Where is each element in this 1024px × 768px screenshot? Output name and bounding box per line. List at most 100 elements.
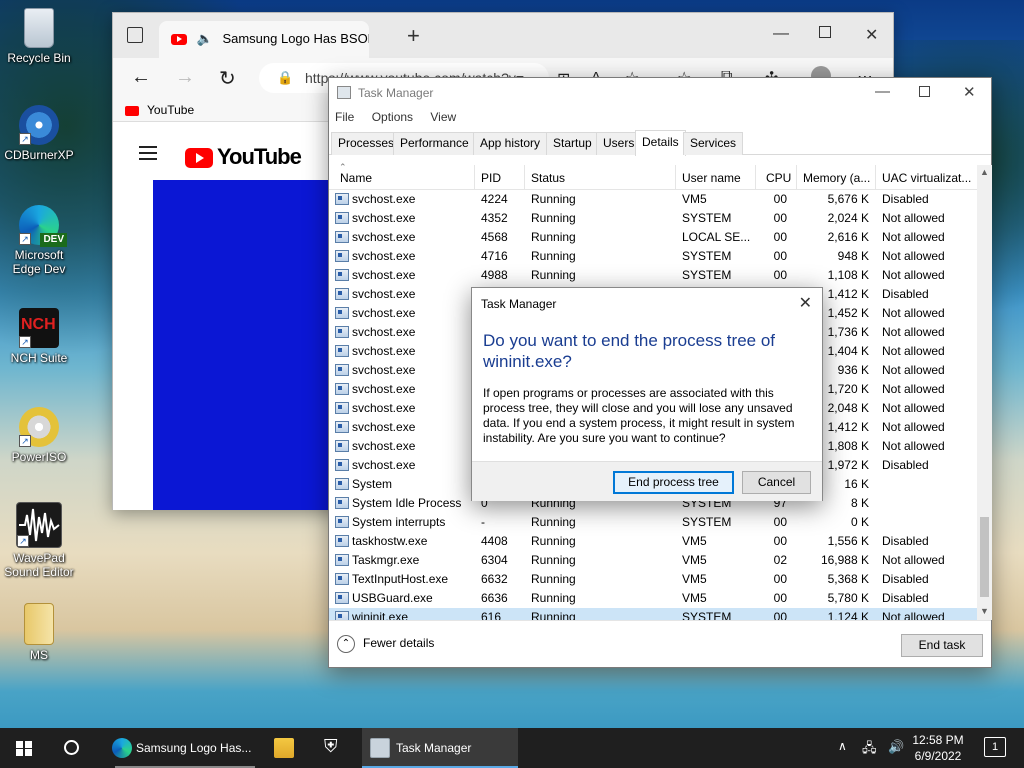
process-icon xyxy=(335,535,349,547)
menu-options[interactable]: Options xyxy=(372,110,413,124)
cell-uac-virtualization: Disabled xyxy=(882,572,929,586)
column-memory[interactable]: Memory (a... xyxy=(803,171,873,185)
cell-name: svchost.exe xyxy=(352,458,416,472)
notification-center-icon[interactable]: 1 xyxy=(984,737,1006,757)
new-tab-icon[interactable]: + xyxy=(407,23,420,49)
nch-badge: NCH xyxy=(21,316,56,333)
taskbar-app-edge[interactable]: Samsung Logo Has... xyxy=(106,728,264,768)
cell-pid: 616 xyxy=(481,610,502,620)
clock[interactable]: 12:58 PM 6/9/2022 xyxy=(912,732,964,764)
close-icon[interactable]: ✕ xyxy=(799,293,812,313)
favorite-youtube[interactable]: YouTube xyxy=(125,103,194,117)
table-row[interactable]: wininit.exe 616 Running SYSTEM 00 1,124 K Not … xyxy=(329,608,977,620)
taskbar-app-security[interactable]: ⛨ xyxy=(314,728,354,768)
tab-startup[interactable]: Startup xyxy=(546,132,599,155)
desktop-icon-ms-folder[interactable]: MS xyxy=(1,603,77,662)
fewer-details-link[interactable]: ⌃ Fewer details xyxy=(337,635,434,653)
table-row[interactable]: TextInputHost.exe 6632 Running VM5 00 5,368 K… xyxy=(329,570,977,589)
table-row[interactable]: svchost.exe 4352 Running SYSTEM 00 2,024 K Not… xyxy=(329,209,977,228)
table-row[interactable]: svchost.exe 4988 Running SYSTEM 00 1,108 K Not… xyxy=(329,266,977,285)
process-icon xyxy=(335,611,349,620)
hamburger-menu-icon[interactable] xyxy=(139,146,157,160)
maximize-icon[interactable] xyxy=(919,86,930,97)
maximize-icon[interactable] xyxy=(819,26,831,38)
tab-services[interactable]: Services xyxy=(683,132,744,155)
taskbar-app-file-explorer[interactable] xyxy=(264,728,304,768)
table-row[interactable]: taskhostw.exe 4408 Running VM5 00 1,556 K Disa… xyxy=(329,532,977,551)
cell-cpu: 00 xyxy=(773,249,787,263)
end-task-button[interactable]: End task xyxy=(901,634,983,657)
desktop-icon-wavepad[interactable]: ↗ WavePad Sound Editor xyxy=(1,502,77,579)
menu-view[interactable]: View xyxy=(430,110,456,124)
cell-pid: 4408 xyxy=(481,534,508,548)
table-row[interactable]: svchost.exe 4224 Running VM5 00 5,676 K Disabl… xyxy=(329,190,977,209)
cell-name: svchost.exe xyxy=(352,382,416,396)
video-player[interactable] xyxy=(153,180,331,510)
cancel-button[interactable]: Cancel xyxy=(742,471,811,494)
column-divider[interactable] xyxy=(474,165,475,190)
desktop-icon-recycle-bin[interactable]: Recycle Bin xyxy=(1,8,77,65)
tab-processes[interactable]: Processes xyxy=(331,132,402,155)
network-icon[interactable]: 🖧 xyxy=(862,739,877,761)
column-pid[interactable]: PID xyxy=(481,171,521,185)
column-status[interactable]: Status xyxy=(531,171,671,185)
end-process-tree-button[interactable]: End process tree xyxy=(613,471,734,494)
search-button[interactable] xyxy=(48,728,96,768)
file-explorer-icon xyxy=(274,738,294,758)
shortcut-arrow-icon: ↗ xyxy=(19,435,31,447)
cell-name: svchost.exe xyxy=(352,401,416,415)
process-icon xyxy=(335,459,349,471)
column-user-name[interactable]: User name xyxy=(682,171,754,185)
refresh-icon[interactable]: ↻ xyxy=(219,66,236,91)
scroll-up-icon[interactable]: ▲ xyxy=(980,167,989,177)
cell-name: svchost.exe xyxy=(352,306,416,320)
back-arrow-icon[interactable]: ← xyxy=(131,66,151,89)
tab-details[interactable]: Details xyxy=(635,130,686,156)
column-divider[interactable] xyxy=(875,165,876,190)
volume-icon[interactable]: 🔊 xyxy=(888,739,904,755)
close-icon[interactable]: ✕ xyxy=(963,83,976,101)
close-icon[interactable]: ✕ xyxy=(865,25,878,45)
column-cpu[interactable]: CPU xyxy=(766,171,796,185)
desktop-icon-nch-suite[interactable]: NCH ↗ NCH Suite xyxy=(1,308,77,365)
table-row[interactable]: System interrupts - Running SYSTEM 00 0 K xyxy=(329,513,977,532)
dialog-title: Task Manager xyxy=(481,297,557,311)
shortcut-arrow-icon: ↗ xyxy=(19,233,31,245)
minimize-icon[interactable]: — xyxy=(773,25,789,43)
column-divider[interactable] xyxy=(524,165,525,190)
forward-arrow-icon[interactable]: → xyxy=(175,66,195,89)
start-button[interactable] xyxy=(0,728,48,768)
column-divider[interactable] xyxy=(796,165,797,190)
column-divider[interactable] xyxy=(755,165,756,190)
vertical-scrollbar[interactable]: ▲ ▼ xyxy=(977,165,992,620)
table-row[interactable]: svchost.exe 4568 Running LOCAL SE... 00 2,616… xyxy=(329,228,977,247)
browser-tab[interactable]: 🔈 Samsung Logo Has BSOD p xyxy=(159,21,369,58)
scrollbar-thumb[interactable] xyxy=(980,517,989,597)
process-icon xyxy=(335,402,349,414)
youtube-logo[interactable]: YouTube xyxy=(185,144,302,170)
column-uac-virtualization[interactable]: UAC virtualizat... xyxy=(882,171,974,185)
menu-file[interactable]: File xyxy=(335,110,354,124)
cell-uac-virtualization: Not allowed xyxy=(882,439,945,453)
taskbar-app-task-manager[interactable]: Task Manager xyxy=(362,728,518,768)
desktop-icon-cdburnerxp[interactable]: ↗ CDBurnerXP xyxy=(1,105,77,162)
column-divider[interactable] xyxy=(675,165,676,190)
desktop-icon-edge-dev[interactable]: DEV ↗ Microsoft Edge Dev xyxy=(1,205,77,276)
table-row[interactable]: Taskmgr.exe 6304 Running VM5 02 16,988 K Not a… xyxy=(329,551,977,570)
speaker-icon[interactable]: 🔈 xyxy=(197,31,213,46)
cell-uac-virtualization: Not allowed xyxy=(882,325,945,339)
table-row[interactable]: USBGuard.exe 6636 Running VM5 00 5,780 K Disab… xyxy=(329,589,977,608)
desktop-icon-label: Recycle Bin xyxy=(7,51,71,65)
cell-pid: - xyxy=(481,515,485,529)
dialog-body: If open programs or processes are associ… xyxy=(483,386,795,445)
scroll-down-icon[interactable]: ▼ xyxy=(980,606,989,616)
cell-status: Running xyxy=(531,230,576,244)
show-hidden-icons[interactable]: ∧ xyxy=(838,739,847,753)
tab-actions-icon[interactable] xyxy=(127,27,143,43)
tab-app-history[interactable]: App history xyxy=(473,132,548,155)
column-name[interactable]: Name xyxy=(340,171,470,185)
tab-performance[interactable]: Performance xyxy=(393,132,476,155)
minimize-icon[interactable]: — xyxy=(875,83,890,100)
desktop-icon-poweriso[interactable]: ↗ PowerISO xyxy=(1,407,77,464)
table-row[interactable]: svchost.exe 4716 Running SYSTEM 00 948 K Not a… xyxy=(329,247,977,266)
